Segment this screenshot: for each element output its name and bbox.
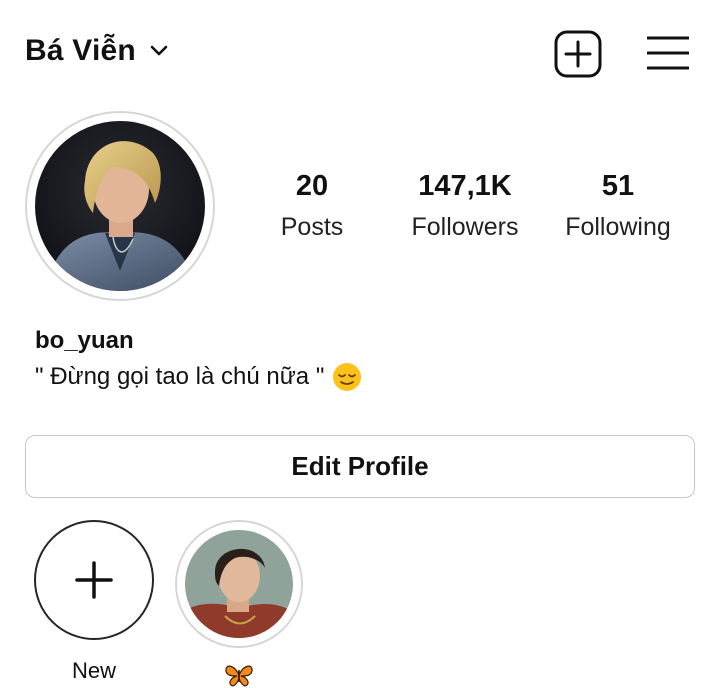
plus-icon	[75, 561, 113, 599]
followers-label: Followers	[411, 213, 519, 241]
following-label: Following	[565, 213, 671, 241]
following-stat[interactable]: 51 Following	[553, 170, 683, 242]
followers-count: 147,1K	[418, 170, 512, 202]
profile-handle: bo_yuan	[35, 327, 134, 354]
butterfly-emoji	[225, 665, 253, 687]
new-highlight-circle	[34, 520, 154, 640]
followers-stat[interactable]: 147,1K Followers	[395, 170, 535, 242]
bio-text: " Đừng gọi tao là chú nữa "	[35, 363, 325, 390]
account-switcher[interactable]: Bá Viễn	[25, 34, 168, 68]
following-count: 51	[601, 170, 635, 202]
posts-label: Posts	[280, 213, 344, 241]
chevron-down-icon	[150, 45, 168, 56]
new-highlight[interactable]: New	[34, 520, 154, 684]
story-highlight-thumbnail	[185, 530, 293, 638]
menu-icon[interactable]	[645, 33, 691, 73]
posts-count: 20	[295, 170, 329, 202]
new-post-icon[interactable]	[553, 29, 603, 79]
story-highlight-ring	[175, 520, 303, 648]
edit-profile-button[interactable]: Edit Profile	[25, 435, 695, 498]
story-highlight[interactable]	[175, 520, 303, 688]
new-highlight-label: New	[71, 658, 116, 683]
account-name: Bá Viễn	[25, 34, 136, 67]
profile-bio: " Đừng gọi tao là chú nữa "	[35, 362, 362, 392]
relieved-face-emoji	[333, 363, 362, 391]
posts-stat[interactable]: 20 Posts	[262, 170, 362, 242]
profile-avatar[interactable]	[25, 111, 215, 301]
avatar-photo	[35, 121, 205, 291]
top-bar: Bá Viễn	[0, 0, 720, 104]
